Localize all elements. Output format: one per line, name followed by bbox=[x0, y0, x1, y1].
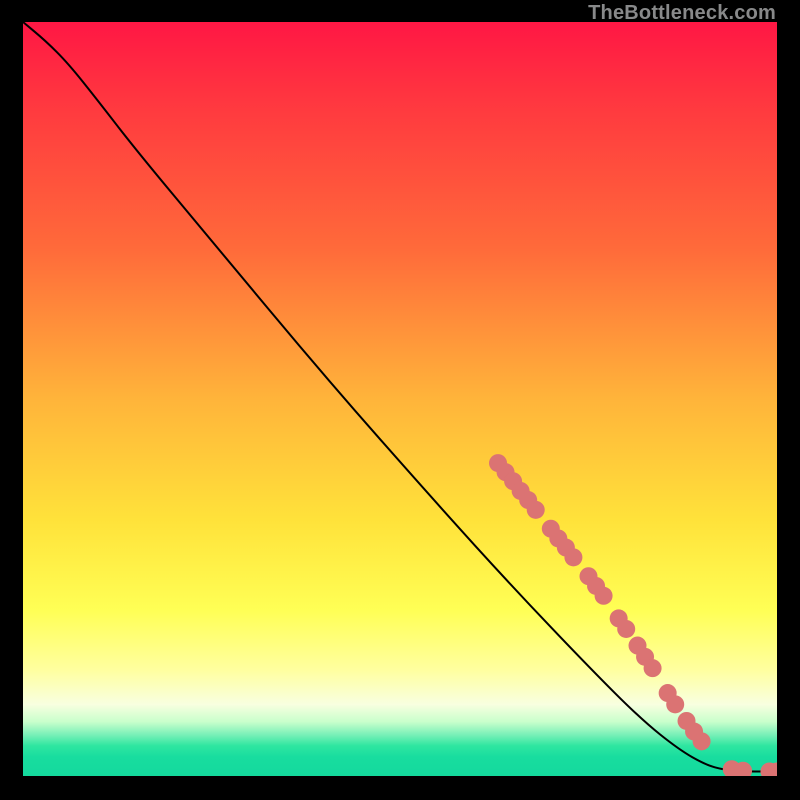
data-marker bbox=[666, 695, 684, 713]
plot-frame bbox=[23, 22, 777, 776]
gradient-background bbox=[23, 22, 777, 776]
data-marker bbox=[644, 659, 662, 677]
data-marker bbox=[595, 587, 613, 605]
data-marker bbox=[564, 548, 582, 566]
data-marker bbox=[617, 620, 635, 638]
chart-svg bbox=[23, 22, 777, 776]
data-marker bbox=[693, 732, 711, 750]
data-marker bbox=[527, 501, 545, 519]
